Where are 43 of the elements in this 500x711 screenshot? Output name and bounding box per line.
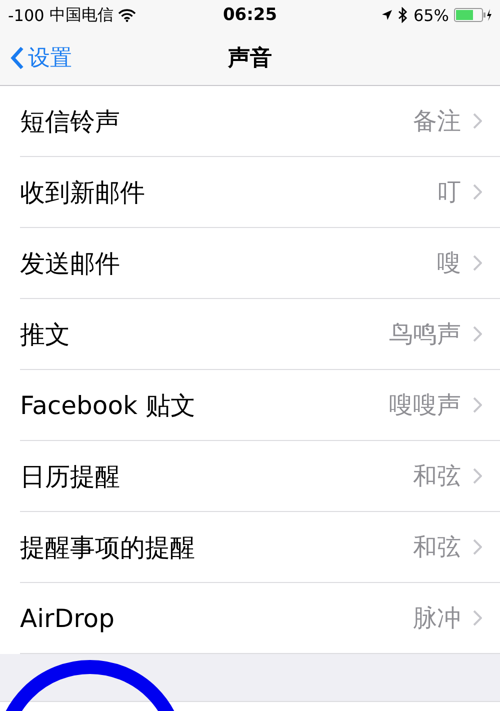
- row-value: 和弦: [413, 532, 461, 563]
- row-value: 嗖: [437, 248, 461, 279]
- row-label: 提醒事项的提醒: [20, 532, 196, 564]
- settings-row[interactable]: 提醒事项的提醒 和弦: [20, 512, 500, 583]
- back-button[interactable]: 设置: [0, 42, 78, 74]
- row-value: 叮: [437, 177, 461, 208]
- settings-row[interactable]: 短信铃声 备注: [20, 86, 500, 157]
- settings-row[interactable]: 收到新邮件 叮: [20, 157, 500, 228]
- chevron-icon: [473, 539, 482, 555]
- row-value: 脉冲: [413, 603, 461, 634]
- row-label: Facebook 贴文: [20, 390, 196, 422]
- row-value: 嗖嗖声: [389, 390, 461, 421]
- row-label: 收到新邮件: [20, 176, 146, 208]
- chevron-icon: [473, 184, 482, 200]
- chevron-icon: [473, 468, 482, 484]
- row-label: AirDrop: [20, 604, 116, 632]
- location-arrow-icon: [381, 9, 394, 21]
- settings-row[interactable]: Facebook 贴文 嗖嗖声: [20, 370, 500, 441]
- row-value: 备注: [413, 106, 461, 137]
- bluetooth-icon: [398, 7, 408, 23]
- chevron-icon: [473, 255, 482, 271]
- screen-title: 声音: [228, 44, 272, 72]
- chevron-icon: [473, 397, 482, 413]
- row-value: 鸟鸣声: [389, 319, 461, 350]
- settings-row[interactable]: 日历提醒 和弦: [20, 441, 500, 512]
- row-label: 发送邮件: [20, 248, 121, 280]
- clock-time: 06:25: [222, 5, 278, 25]
- chevron-icon: [473, 113, 482, 129]
- signal-strength: -100: [8, 6, 44, 24]
- row-label: 推文: [20, 318, 71, 350]
- chevron-icon: [473, 326, 482, 342]
- settings-row[interactable]: 发送邮件 嗖: [20, 228, 500, 299]
- settings-row[interactable]: 推文 鸟鸣声: [20, 299, 500, 370]
- settings-row[interactable]: AirDrop 脉冲: [20, 583, 500, 654]
- carrier-name: 中国电信: [49, 4, 114, 26]
- row-value: 和弦: [413, 461, 461, 492]
- row-label: 短信铃声: [20, 106, 121, 138]
- back-chevron-icon: [10, 46, 24, 70]
- charging-battery-icon: [454, 8, 492, 22]
- wifi-icon: [118, 8, 136, 22]
- row-label: 日历提醒: [20, 460, 121, 492]
- battery-percent: 65%: [413, 6, 449, 24]
- chevron-icon: [473, 610, 482, 626]
